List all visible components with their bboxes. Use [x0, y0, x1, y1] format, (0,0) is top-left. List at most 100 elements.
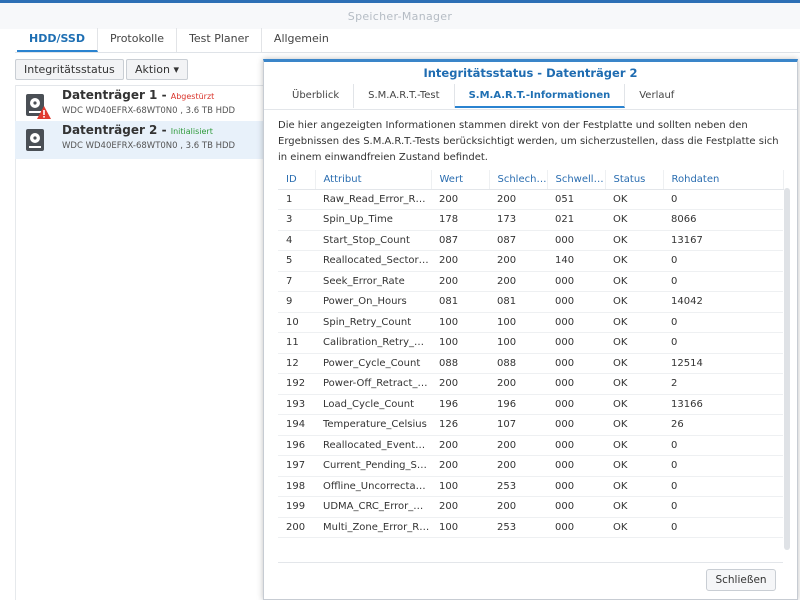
- column-header-schwellenwert[interactable]: Schwell…: [547, 170, 606, 190]
- table-cell: 7: [278, 271, 315, 292]
- table-cell: OK: [605, 312, 663, 333]
- table-cell: OK: [605, 230, 663, 251]
- table-cell: 253: [489, 476, 547, 497]
- table-cell: 000: [547, 394, 605, 415]
- table-cell: 0: [663, 189, 783, 210]
- table-cell: 8066: [663, 209, 783, 231]
- table-row[interactable]: 199 UDMA_CRC_Error_… 200 200 000 OK 0: [278, 496, 783, 518]
- action-dropdown-button[interactable]: Aktion ▾: [126, 59, 188, 80]
- table-cell: Spin_Up_Time: [315, 209, 431, 231]
- table-cell: 198: [278, 476, 315, 497]
- integrity-status-button[interactable]: Integritätsstatus: [15, 59, 124, 80]
- table-row[interactable]: 3 Spin_Up_Time 178 173 021 OK 8066: [278, 209, 783, 231]
- disk-model: WDC WD40EFRX-68WT0N0 , 3.6 TB HDD: [62, 141, 236, 151]
- tab-allgemein[interactable]: Allgemein: [262, 28, 341, 52]
- table-scrollbar[interactable]: [784, 188, 790, 550]
- tab-smart-informationen[interactable]: S.M.A.R.T.-Informationen: [454, 84, 626, 108]
- tab-hdd-ssd[interactable]: HDD/SSD: [17, 28, 98, 52]
- table-cell: 200: [431, 496, 489, 518]
- table-cell: 000: [547, 496, 605, 518]
- table-row[interactable]: 12 Power_Cycle_Count 088 088 000 OK 12514: [278, 353, 783, 374]
- table-row[interactable]: 197 Current_Pending_S… 200 200 000 OK 0: [278, 455, 783, 477]
- table-cell: 000: [547, 332, 605, 354]
- table-row[interactable]: 1 Raw_Read_Error_R… 200 200 051 OK 0: [278, 189, 783, 210]
- table-cell: Offline_Uncorrectab…: [315, 476, 431, 497]
- table-cell: OK: [605, 332, 663, 354]
- main-tabs: HDD/SSD Protokolle Test Planer Allgemein: [17, 28, 341, 52]
- tab-verlauf[interactable]: Verlauf: [625, 84, 688, 108]
- integrity-status-dialog: Integritätsstatus - Datenträger 2 Überbl…: [263, 59, 798, 600]
- table-cell: 199: [278, 496, 315, 518]
- table-cell: 197: [278, 455, 315, 477]
- column-header-attribut[interactable]: Attribut: [315, 170, 432, 190]
- table-cell: OK: [605, 435, 663, 456]
- warning-icon: [37, 106, 51, 119]
- table-cell: 0: [663, 496, 783, 518]
- table-cell: 100: [489, 312, 547, 333]
- tab-ueberblick[interactable]: Überblick: [278, 84, 355, 108]
- table-cell: 26: [663, 414, 783, 436]
- table-cell: Raw_Read_Error_R…: [315, 189, 431, 210]
- table-cell: 100: [489, 332, 547, 354]
- table-row[interactable]: 200 Multi_Zone_Error_R… 100 253 000 OK 0: [278, 517, 783, 538]
- table-row[interactable]: 4 Start_Stop_Count 087 087 000 OK 13167: [278, 230, 783, 251]
- table-row[interactable]: 198 Offline_Uncorrectab… 100 253 000 OK 0: [278, 476, 783, 497]
- table-cell: 196: [489, 394, 547, 415]
- table-cell: 178: [431, 209, 489, 231]
- table-row[interactable]: 5 Reallocated_Sector… 200 200 140 OK 0: [278, 250, 783, 272]
- disk-list-item-2[interactable]: Datenträger 2 - Initialisiert WDC WD40EF…: [15, 121, 275, 159]
- table-cell: 0: [663, 332, 783, 354]
- table-row[interactable]: 10 Spin_Retry_Count 100 100 000 OK 0: [278, 312, 783, 333]
- table-row[interactable]: 7 Seek_Error_Rate 200 200 000 OK 0: [278, 271, 783, 292]
- table-cell: 100: [431, 476, 489, 497]
- close-button[interactable]: Schließen: [706, 569, 776, 591]
- table-row[interactable]: 9 Power_On_Hours 081 081 000 OK 14042: [278, 291, 783, 313]
- disk-model: WDC WD40EFRX-68WT0N0 , 3.6 TB HDD: [62, 106, 236, 116]
- table-cell: 087: [431, 230, 489, 251]
- dialog-title: Integritätsstatus - Datenträger 2: [423, 66, 638, 80]
- table-cell: 000: [547, 373, 605, 395]
- disk-status-initialized: Initialisiert: [170, 127, 213, 136]
- column-header-id[interactable]: ID: [278, 170, 316, 190]
- column-header-schlechtester[interactable]: Schlech…: [489, 170, 548, 190]
- table-cell: OK: [605, 455, 663, 477]
- table-cell: UDMA_CRC_Error_…: [315, 496, 431, 518]
- table-cell: 000: [547, 435, 605, 456]
- table-cell: 2: [663, 373, 783, 395]
- table-row[interactable]: 192 Power-Off_Retract_… 200 200 000 OK 2: [278, 373, 783, 395]
- column-header-status[interactable]: Status: [605, 170, 664, 190]
- tab-smart-test[interactable]: S.M.A.R.T.-Test: [354, 84, 455, 108]
- table-cell: Load_Cycle_Count: [315, 394, 431, 415]
- table-cell: Calibration_Retry_…: [315, 332, 431, 354]
- column-header-rohdaten[interactable]: Rohdaten: [663, 170, 784, 190]
- table-cell: 000: [547, 230, 605, 251]
- table-cell: Start_Stop_Count: [315, 230, 431, 251]
- column-header-wert[interactable]: Wert: [431, 170, 490, 190]
- table-cell: 000: [547, 291, 605, 313]
- table-cell: OK: [605, 476, 663, 497]
- table-cell: OK: [605, 414, 663, 436]
- table-cell: 200: [489, 373, 547, 395]
- table-row[interactable]: 196 Reallocated_Event… 200 200 000 OK 0: [278, 435, 783, 456]
- table-cell: 200: [489, 271, 547, 292]
- table-cell: 200: [431, 435, 489, 456]
- table-cell: 3: [278, 209, 315, 231]
- table-row[interactable]: 11 Calibration_Retry_… 100 100 000 OK 0: [278, 332, 783, 354]
- table-cell: 200: [431, 373, 489, 395]
- table-cell: 000: [547, 455, 605, 477]
- table-cell: 081: [489, 291, 547, 313]
- smart-description: Die hier angezeigten Informationen stamm…: [278, 120, 779, 163]
- table-cell: 000: [547, 414, 605, 436]
- footer-divider: [278, 562, 783, 563]
- tab-protokolle[interactable]: Protokolle: [98, 28, 178, 52]
- tab-divider: [15, 52, 800, 53]
- table-cell: 173: [489, 209, 547, 231]
- table-cell: 088: [431, 353, 489, 374]
- table-cell: 000: [547, 312, 605, 333]
- tab-test-planer[interactable]: Test Planer: [177, 28, 262, 52]
- disk-list-item-1[interactable]: Datenträger 1 - Abgestürzt WDC WD40EFRX-…: [15, 86, 275, 124]
- table-cell: 10: [278, 312, 315, 333]
- table-row[interactable]: 194 Temperature_Celsius 126 107 000 OK 26: [278, 414, 783, 436]
- table-row[interactable]: 193 Load_Cycle_Count 196 196 000 OK 13166: [278, 394, 783, 415]
- window-title: Speicher-Manager: [0, 3, 800, 29]
